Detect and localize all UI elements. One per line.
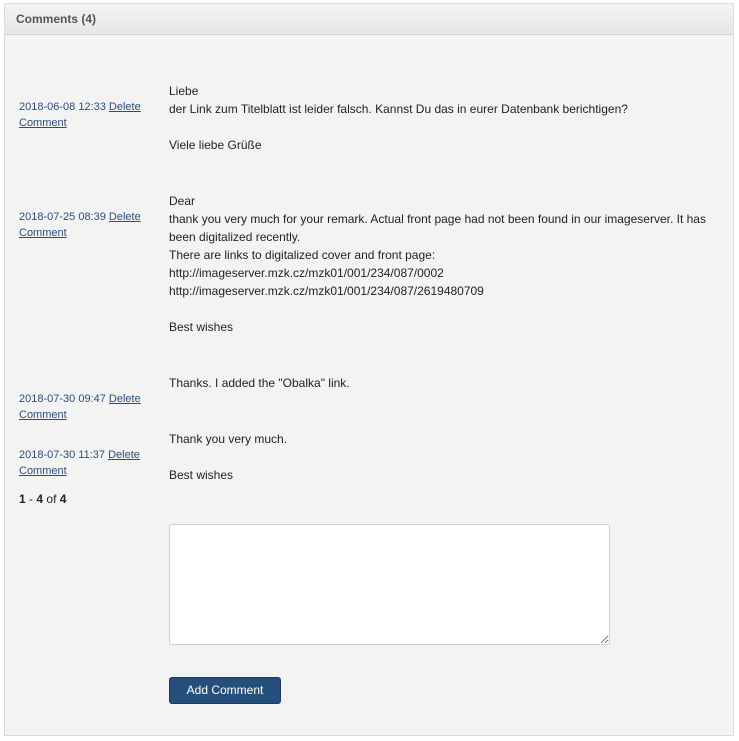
comment-meta: 2018-07-30 09:47 Delete Comment [19, 391, 154, 423]
comment-meta: 2018-07-30 11:37 Delete Comment [19, 447, 154, 479]
comment-timestamp: 2018-07-30 11:37 [19, 449, 106, 461]
comment-line: There are links to digitalized cover and… [169, 248, 436, 262]
comment-body: Dear thank you very much for your remark… [169, 192, 724, 336]
comment-timestamp: 2018-07-30 09:47 [19, 393, 106, 405]
comment-meta: 2018-06-08 12:33 Delete Comment [19, 99, 154, 131]
comment-line: Liebe [169, 84, 199, 98]
comment-body: Liebe der Link zum Titelblatt ist leider… [169, 82, 724, 154]
pager-sep: - [29, 492, 34, 506]
add-comment-button[interactable]: Add Comment [169, 677, 281, 704]
comment-line: http://imageserver.mzk.cz/mzk01/001/234/… [169, 284, 484, 298]
comment-line: been digitalized recently. [169, 230, 301, 244]
comment-line: Viele liebe Grüße [169, 138, 262, 152]
comment-line: http://imageserver.mzk.cz/mzk01/001/234/… [169, 266, 444, 280]
comment-timestamp: 2018-06-08 12:33 [19, 101, 106, 113]
pager-total: 4 [59, 492, 67, 506]
pager-start: 1 [19, 492, 26, 506]
comment-line: Thanks. I added the "Obalka" link. [169, 376, 350, 390]
comment-line: Best wishes [169, 320, 234, 334]
comment-line: thank you very much for your remark. Act… [169, 212, 706, 226]
panel-title: Comments (4) [5, 4, 733, 35]
comment-line: der Link zum Titelblatt ist leider falsc… [169, 102, 628, 116]
pager-end: 4 [36, 492, 44, 506]
comments-panel: Comments (4) 2018-06-08 12:33 Delete Comm… [4, 3, 734, 736]
comment-meta: 2018-07-25 08:39 Delete Comment [19, 209, 154, 241]
comment-timestamp: 2018-07-25 08:39 [19, 211, 106, 223]
comment-body: Thank you very much. Best wishes [169, 430, 724, 484]
pager-of: of [46, 492, 57, 506]
comment-textarea[interactable] [169, 524, 610, 645]
comment-body: Thanks. I added the "Obalka" link. [169, 374, 724, 392]
pagination-summary: 1 - 4 of 4 [19, 492, 66, 506]
comment-line: Best wishes [169, 468, 234, 482]
comment-line: Thank you very much. [169, 432, 288, 446]
comment-line: Dear [169, 194, 196, 208]
